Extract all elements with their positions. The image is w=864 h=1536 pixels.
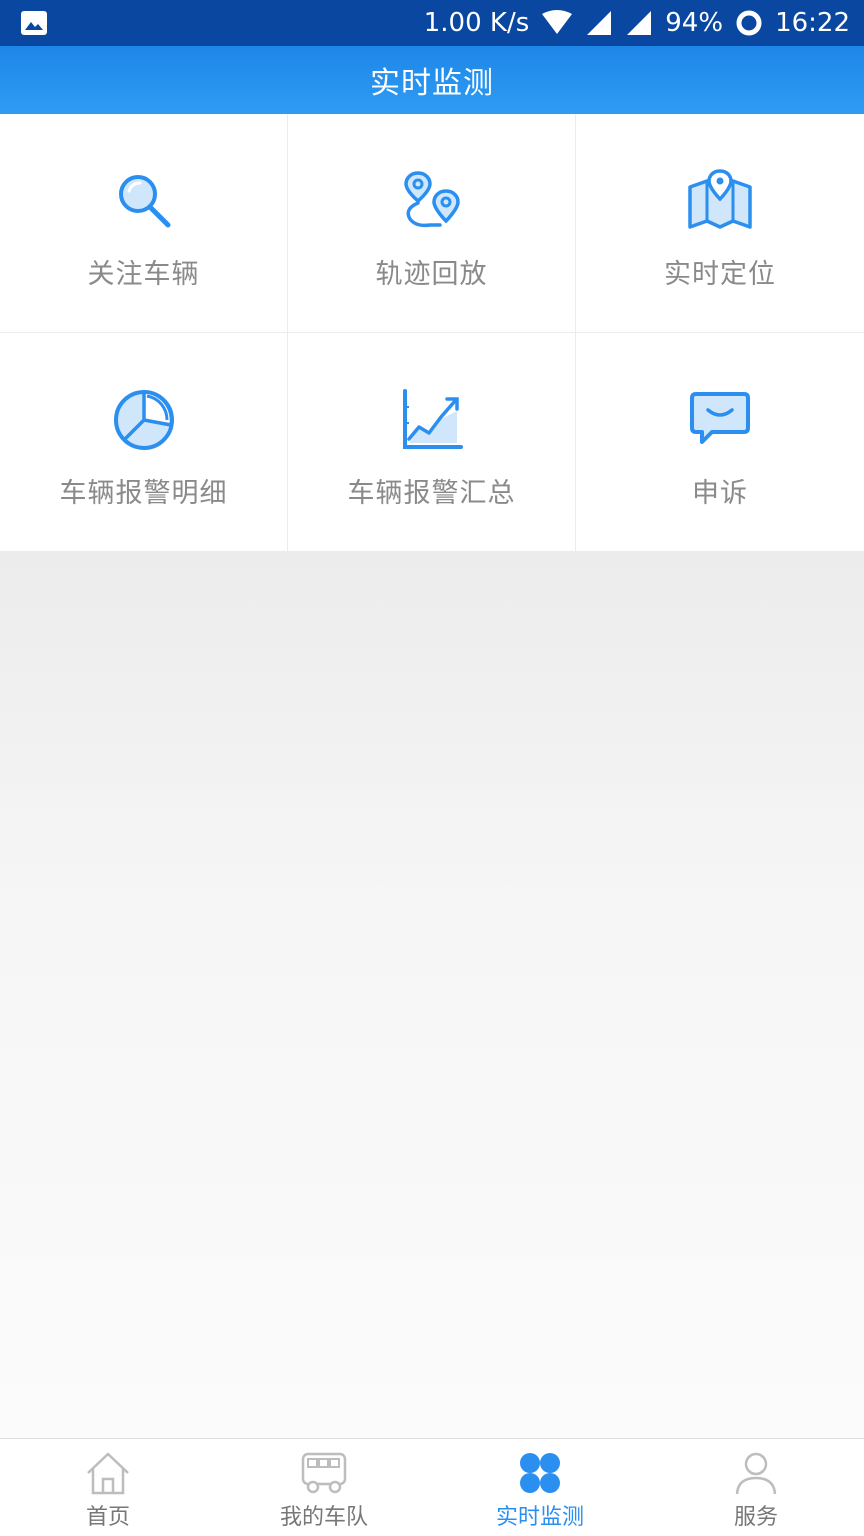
clock: 16:22 [775, 8, 850, 38]
sync-icon [735, 9, 763, 37]
home-icon [84, 1449, 132, 1497]
network-speed: 1.00 K/s [423, 8, 530, 38]
status-bar: 1.00 K/s 94% 16:22 [0, 0, 864, 46]
tab-label: 首页 [85, 1505, 130, 1530]
page-title: 实时监测 [370, 66, 494, 101]
image-icon [20, 10, 48, 36]
area-chart-icon [397, 385, 467, 455]
grid-item-alarm-summary[interactable]: 车辆报警汇总 [288, 333, 576, 552]
grid-item-label: 实时定位 [664, 259, 776, 290]
tab-label: 服务 [733, 1505, 778, 1530]
person-icon [732, 1449, 780, 1497]
grid-item-complaint[interactable]: 申诉 [576, 333, 864, 552]
grid-item-realtime-location[interactable]: 实时定位 [576, 114, 864, 333]
search-icon [109, 166, 179, 236]
bus-icon [300, 1449, 348, 1497]
grid-item-track-playback[interactable]: 轨迹回放 [288, 114, 576, 333]
route-icon [397, 166, 467, 236]
tab-label: 实时监测 [495, 1505, 584, 1530]
function-grid: 关注车辆 轨迹回放 实时定位 车辆报警明细 车辆报警汇总 申诉 [0, 114, 864, 552]
grid-item-label: 申诉 [692, 478, 748, 509]
page-header: 实时监测 [0, 46, 864, 114]
clover-icon [516, 1449, 564, 1497]
tab-home[interactable]: 首页 [0, 1439, 216, 1536]
grid-item-label: 车辆报警明细 [59, 478, 228, 509]
grid-item-alarm-details[interactable]: 车辆报警明细 [0, 333, 288, 552]
signal-icon [585, 10, 613, 36]
pie-chart-icon [109, 385, 179, 455]
content-area [0, 552, 864, 1438]
wifi-icon [541, 10, 573, 36]
bottom-tab-bar: 首页 我的车队 实时监测 服务 [0, 1438, 864, 1536]
grid-item-followed-vehicles[interactable]: 关注车辆 [0, 114, 288, 333]
battery-level: 94% [665, 8, 724, 38]
tab-realtime-monitoring[interactable]: 实时监测 [432, 1439, 648, 1536]
message-icon [685, 385, 755, 455]
grid-item-label: 车辆报警汇总 [347, 478, 516, 509]
grid-item-label: 关注车辆 [87, 259, 200, 290]
tab-my-fleet[interactable]: 我的车队 [216, 1439, 432, 1536]
tab-service[interactable]: 服务 [648, 1439, 864, 1536]
grid-item-label: 轨迹回放 [375, 259, 488, 290]
signal-icon-2 [625, 10, 653, 36]
tab-label: 我的车队 [279, 1505, 368, 1530]
map-location-icon [685, 166, 755, 236]
